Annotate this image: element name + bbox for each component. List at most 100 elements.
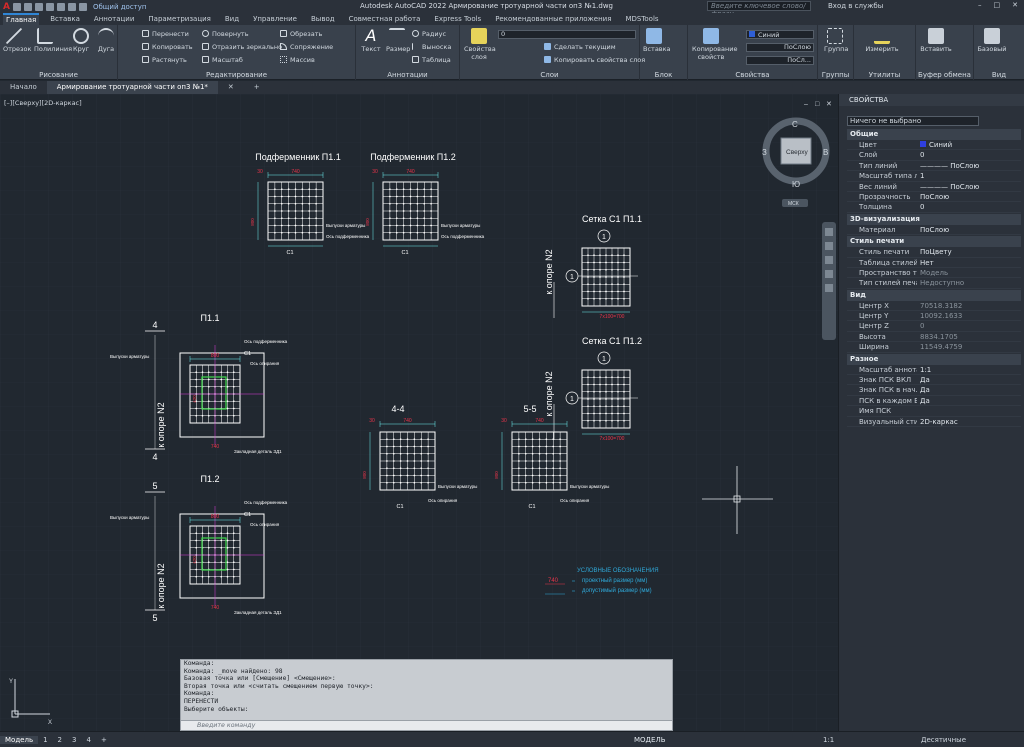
layout-tab-3[interactable]: 3 [67, 736, 81, 744]
command-input[interactable]: Введите команду [181, 720, 672, 730]
property-row[interactable]: Ширина 11549.4759 [847, 342, 1021, 353]
property-row[interactable]: Визуальный стиль2D-каркас [847, 417, 1021, 427]
annotation-scale[interactable]: 1:1 [823, 736, 834, 744]
category-misc[interactable]: Разное [847, 353, 1021, 365]
lineweight-combo[interactable]: ПоСл... [746, 56, 814, 65]
property-row[interactable]: ПСК в каждом ВЭкр...Да [847, 396, 1021, 407]
property-row[interactable]: Материал ПоСлою [847, 225, 1021, 236]
category-viz3d[interactable]: 3D-визуализация [847, 213, 1021, 225]
new-tab-icon[interactable]: + [244, 81, 270, 94]
trim-button[interactable]: Обрезать [280, 30, 322, 39]
panel-view-title[interactable]: Вид [974, 71, 1024, 79]
units-button[interactable]: Десятичные [921, 736, 966, 744]
selection-combo[interactable]: Ничего не выбрано [847, 116, 979, 126]
insert-block-button[interactable]: Вставка [643, 28, 671, 53]
saveas-icon[interactable] [45, 2, 54, 11]
panel-clipboard-title[interactable]: Буфер обмена [916, 71, 973, 79]
viewcube-south[interactable]: Ю [792, 180, 800, 189]
leader-button[interactable]: Выноска [412, 43, 451, 52]
move-button[interactable]: Перенести [142, 30, 189, 39]
color-combo[interactable]: Синий [746, 30, 814, 39]
tab-mdstools[interactable]: MDSTools [622, 13, 661, 25]
model-space-button[interactable]: МОДЕЛЬ [634, 736, 666, 744]
tab-home[interactable]: Главная [3, 13, 40, 25]
layout-tab-1[interactable]: 1 [38, 736, 52, 744]
minimize-icon[interactable]: – [978, 1, 982, 9]
property-row[interactable]: Слой 0 [847, 150, 1021, 161]
rotate-button[interactable]: Повернуть [202, 30, 249, 39]
property-row[interactable]: Стиль печати ПоЦвету [847, 247, 1021, 258]
stretch-button[interactable]: Растянуть [142, 56, 187, 65]
share-button[interactable]: Общий доступ [93, 3, 147, 11]
property-row[interactable]: Таблица стилей печ...Нет [847, 258, 1021, 268]
fillet-button[interactable]: Сопряжение [280, 43, 333, 52]
match-layer-button[interactable]: Копировать свойства слоя [544, 56, 645, 65]
property-row[interactable]: Знак ПСК ВКЛ Да [847, 375, 1021, 386]
tab-manage[interactable]: Управление [250, 13, 300, 25]
panel-layers-title[interactable]: Слои [460, 71, 639, 79]
property-row[interactable]: Центр X 70518.3182 [847, 301, 1021, 312]
panel-modify-title[interactable]: Редактирование [118, 71, 355, 79]
drawing-canvas[interactable]: Подферменник П1.1 740 30 800 С1 Выпуски армат… [0, 94, 838, 731]
viewport-close-icon[interactable]: ✕ [826, 101, 832, 108]
category-view[interactable]: Вид [847, 289, 1021, 301]
tab-active-drawing[interactable]: Армирование тротуарной части оп3 №1* [46, 81, 218, 94]
showmotion-icon[interactable] [825, 284, 833, 292]
panel-groups-title[interactable]: Группы [818, 71, 853, 79]
tab-annotate[interactable]: Аннотации [91, 13, 137, 25]
array-button[interactable]: Массив [280, 56, 315, 65]
property-row[interactable]: Масштаб типа линий1 [847, 171, 1021, 182]
panel-block-title[interactable]: Блок [640, 71, 687, 79]
property-row[interactable]: Центр Z 0 [847, 321, 1021, 332]
property-row[interactable]: Знак ПСК в нач. коо...Да [847, 385, 1021, 396]
tab-insert[interactable]: Вставка [47, 13, 83, 25]
open-icon[interactable] [23, 2, 32, 11]
tab-express-tools[interactable]: Express Tools [431, 13, 484, 25]
measure-button[interactable]: Измерить [864, 28, 900, 53]
tab-collaborate[interactable]: Совместная работа [346, 13, 424, 25]
new-icon[interactable] [12, 2, 21, 11]
property-row[interactable]: Вес линий ———— ПоСлою [847, 182, 1021, 192]
dimension-button[interactable]: Размер [386, 28, 410, 53]
viewport-label[interactable]: [–][Сверху][2D-каркас] [4, 99, 82, 107]
copy-button[interactable]: Копировать [142, 43, 193, 52]
layer-properties-button[interactable]: Свойства слоя [464, 28, 496, 61]
group-button[interactable]: Группа [824, 28, 848, 53]
viewcube-east[interactable]: В [823, 148, 828, 157]
login-button[interactable]: Вход в службы [828, 2, 883, 10]
scale-button[interactable]: Масштаб [202, 56, 243, 65]
layer-combo[interactable]: 0 [498, 30, 636, 39]
panel-draw-title[interactable]: Рисование [0, 71, 117, 79]
table-button[interactable]: Таблица [412, 56, 451, 65]
circle-button[interactable]: Круг [70, 28, 92, 53]
arc-button[interactable]: Дуга [95, 28, 117, 53]
close-icon[interactable]: ✕ [1012, 1, 1018, 9]
close-tab-icon[interactable]: ✕ [218, 81, 244, 94]
tab-start[interactable]: Начало [0, 81, 47, 94]
layout-tab-2[interactable]: 2 [53, 736, 67, 744]
text-button[interactable]: A Текст [360, 28, 382, 54]
tab-view[interactable]: Вид [222, 13, 242, 25]
radius-button[interactable]: Радиус [412, 30, 446, 39]
layout-tab-model[interactable]: Модель [0, 735, 39, 744]
viewcube-west[interactable]: З [762, 148, 767, 157]
panel-annotation-title[interactable]: Аннотации [356, 71, 459, 79]
tab-output[interactable]: Вывод [308, 13, 338, 25]
nav-wheel-icon[interactable] [825, 228, 833, 236]
redo-icon[interactable] [78, 2, 87, 11]
property-row[interactable]: Пространство табли...Модель [847, 268, 1021, 279]
property-row[interactable]: Толщина 0 [847, 202, 1021, 213]
property-row[interactable]: Центр Y 10092.1633 [847, 311, 1021, 322]
polyline-button[interactable]: Полилиния [34, 28, 72, 53]
layout-tab-4[interactable]: 4 [81, 736, 95, 744]
tab-parametric[interactable]: Параметризация [145, 13, 213, 25]
property-row[interactable]: Цвет Синий [847, 140, 1021, 151]
autocad-logo-icon[interactable]: A [3, 2, 10, 12]
base-view-button[interactable]: Базовый [976, 28, 1008, 53]
add-layout-icon[interactable]: + [96, 736, 112, 744]
viewport-minimize-icon[interactable]: – [804, 101, 808, 108]
category-plot[interactable]: Стиль печати [847, 236, 1021, 248]
paste-button[interactable]: Вставить [920, 28, 952, 53]
property-row[interactable]: Тип стилей печатиНедоступно [847, 278, 1021, 289]
command-window[interactable]: Команда: Команда: _move найдено: 98 Базо… [180, 659, 673, 731]
